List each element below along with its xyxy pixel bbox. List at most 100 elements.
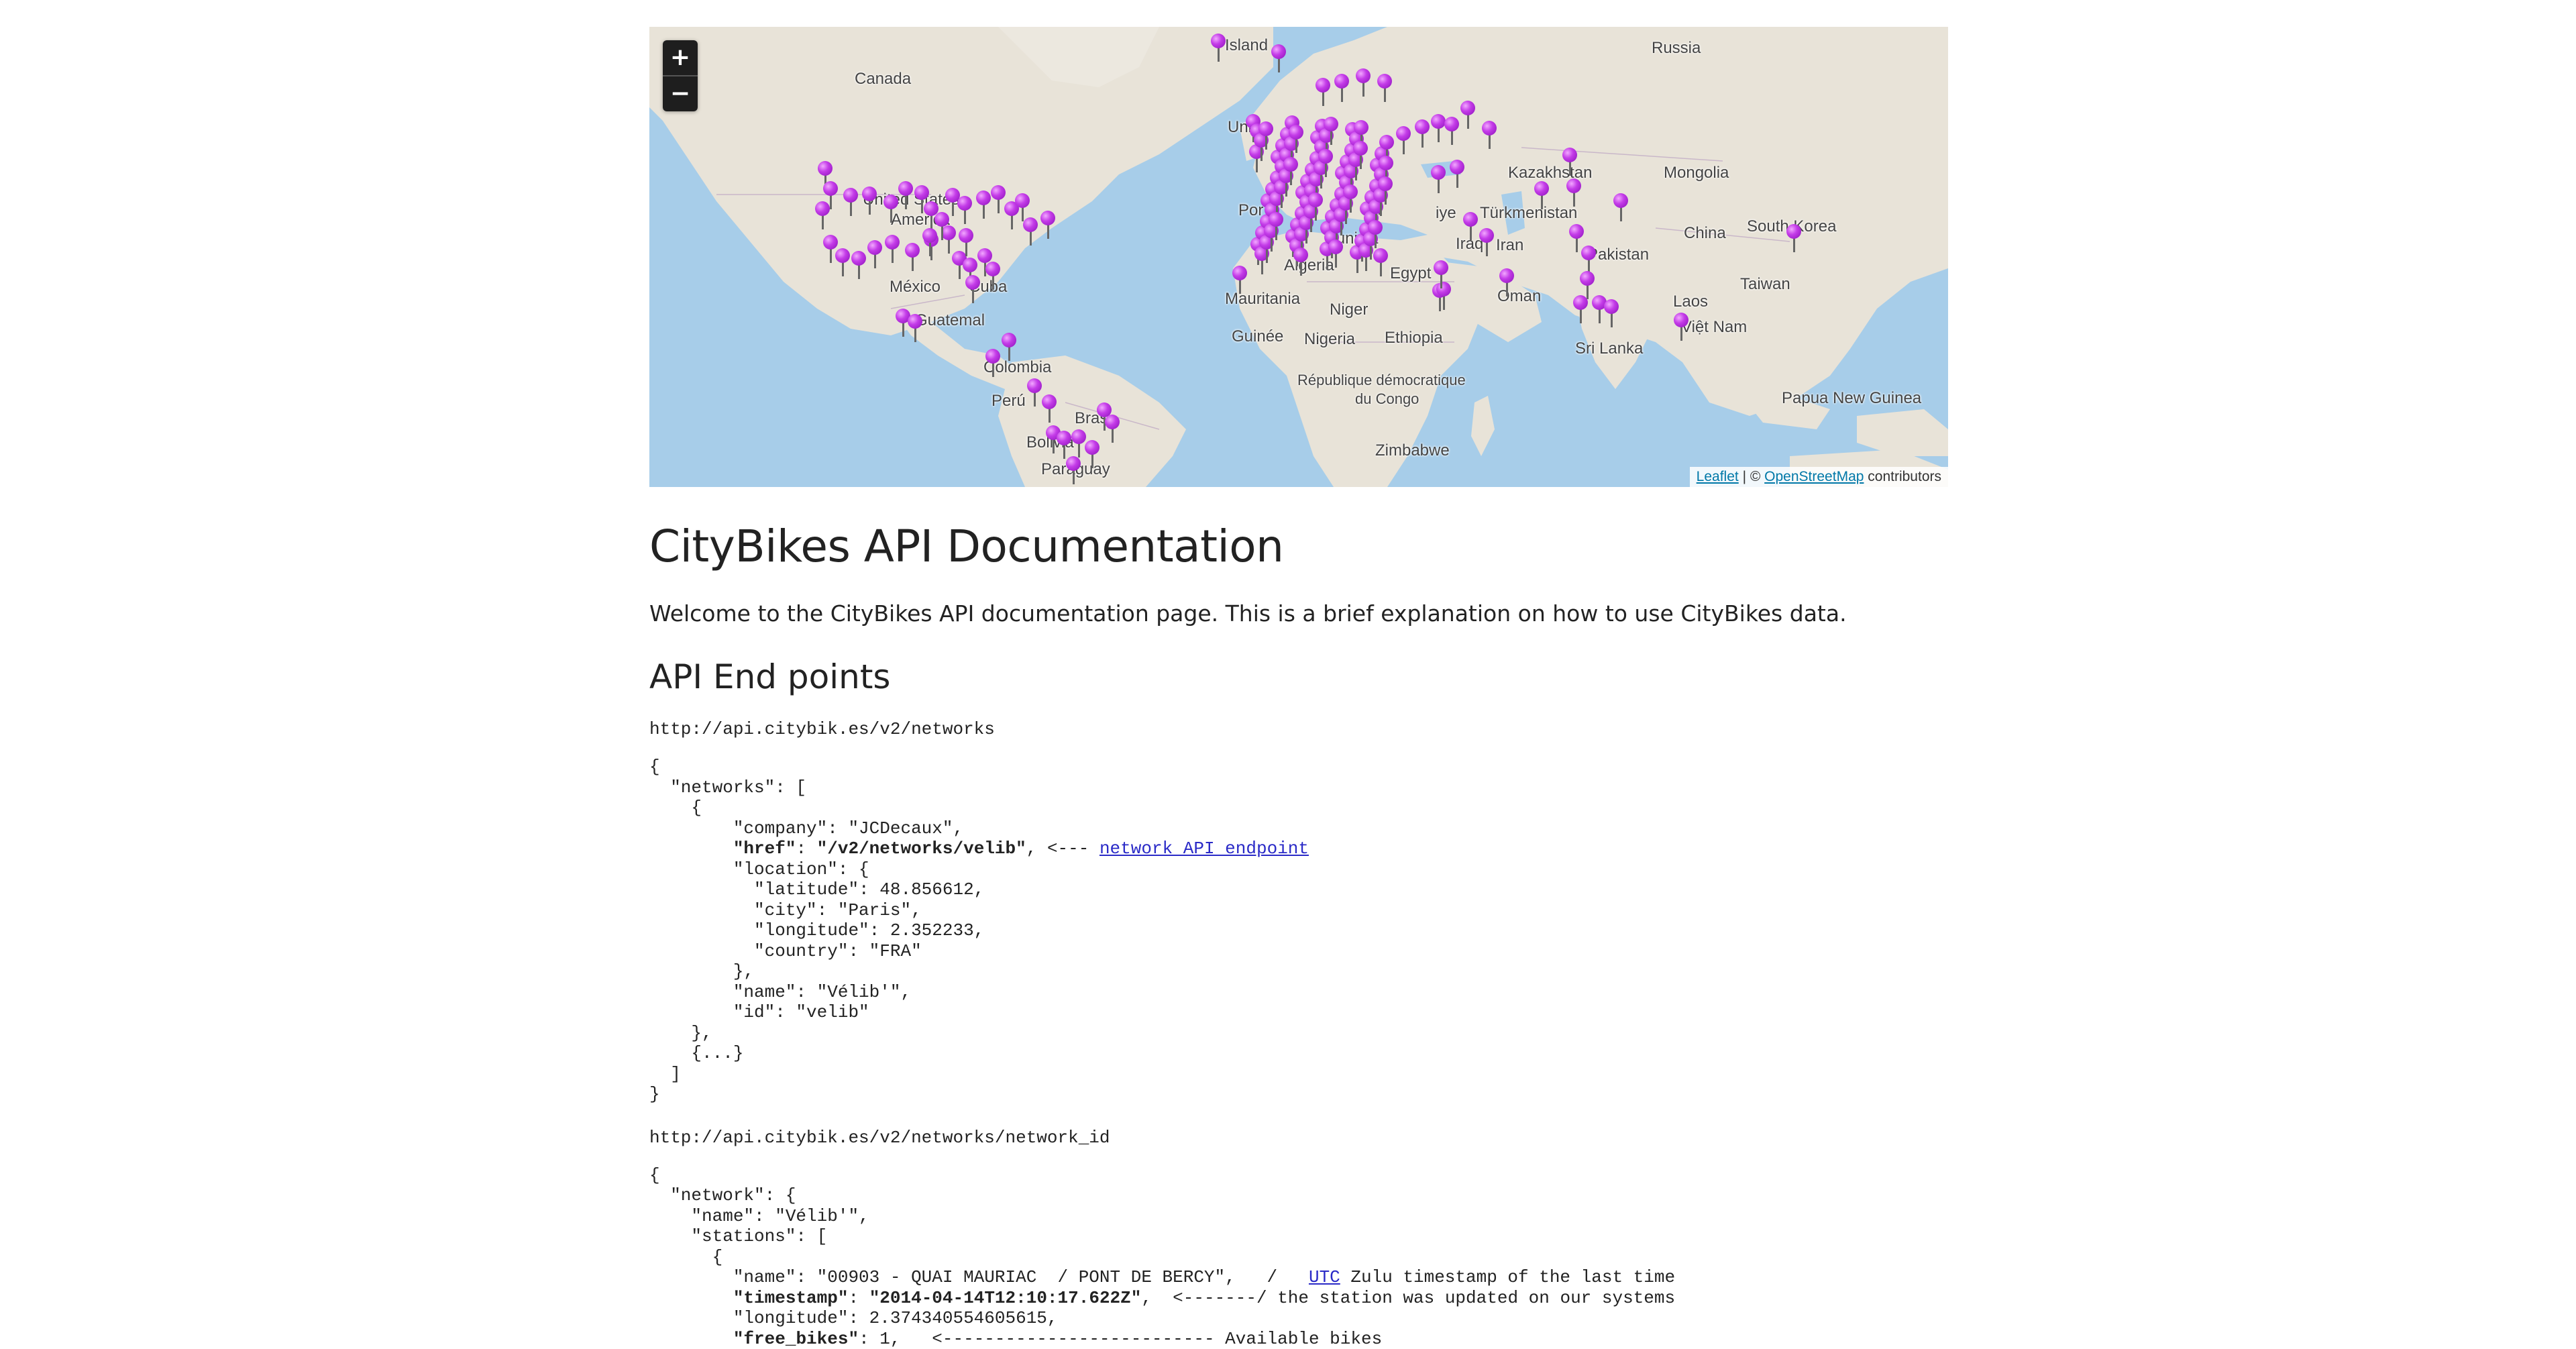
station-marker-pin[interactable] bbox=[843, 188, 858, 217]
marker-head bbox=[885, 235, 900, 250]
marker-head bbox=[976, 191, 991, 205]
station-marker-pin[interactable] bbox=[1027, 378, 1042, 408]
station-marker-pin[interactable] bbox=[1450, 160, 1464, 189]
station-marker-pin[interactable] bbox=[957, 196, 972, 225]
stations-map[interactable]: Island Russia Canada Unit Kazakhstan Mon… bbox=[649, 27, 1948, 487]
station-marker-pin[interactable] bbox=[1289, 125, 1303, 154]
marker-stick bbox=[1330, 130, 1332, 145]
station-marker-pin[interactable] bbox=[1328, 239, 1343, 269]
marker-head bbox=[963, 258, 977, 272]
station-marker-pin[interactable] bbox=[1368, 220, 1383, 250]
map-attribution: Leaflet | © OpenStreetMap contributors bbox=[1690, 467, 1948, 487]
station-marker-pin[interactable] bbox=[1431, 114, 1446, 144]
marker-stick bbox=[1573, 192, 1575, 207]
leaflet-link[interactable]: Leaflet bbox=[1697, 469, 1739, 484]
station-marker-pin[interactable] bbox=[815, 201, 830, 231]
station-marker-pin[interactable] bbox=[1613, 193, 1628, 223]
marker-head bbox=[1569, 224, 1584, 239]
station-marker-pin[interactable] bbox=[1071, 429, 1086, 459]
marker-stick bbox=[892, 248, 894, 263]
marker-head bbox=[905, 243, 920, 258]
station-marker-pin[interactable] bbox=[908, 314, 922, 343]
station-marker-pin[interactable] bbox=[1482, 121, 1497, 150]
station-marker-pin[interactable] bbox=[1479, 228, 1494, 258]
station-marker-pin[interactable] bbox=[1293, 248, 1308, 277]
station-marker-pin[interactable] bbox=[1434, 260, 1448, 290]
station-marker-pin[interactable] bbox=[965, 275, 980, 305]
marker-head bbox=[1283, 157, 1298, 172]
station-marker-pin[interactable] bbox=[985, 349, 1000, 378]
station-marker-pin[interactable] bbox=[1604, 299, 1619, 329]
station-marker-pin[interactable] bbox=[835, 248, 850, 278]
station-marker-pin[interactable] bbox=[1334, 74, 1349, 103]
station-marker-pin[interactable] bbox=[1353, 141, 1368, 170]
marker-head bbox=[1328, 239, 1343, 254]
station-marker-pin[interactable] bbox=[1042, 394, 1057, 424]
marker-head bbox=[1460, 101, 1475, 115]
station-marker-pin[interactable] bbox=[1318, 149, 1333, 178]
station-marker-pin[interactable] bbox=[1232, 266, 1247, 295]
station-marker-pin[interactable] bbox=[1269, 212, 1283, 241]
marker-stick bbox=[850, 201, 852, 216]
station-marker-pin[interactable] bbox=[1040, 211, 1055, 240]
station-marker-pin[interactable] bbox=[1356, 68, 1371, 98]
utc-link[interactable]: UTC bbox=[1309, 1267, 1340, 1287]
station-marker-pin[interactable] bbox=[1085, 440, 1099, 470]
station-marker-pin[interactable] bbox=[898, 181, 913, 211]
station-marker-pin[interactable] bbox=[867, 240, 882, 270]
marker-stick bbox=[1599, 309, 1601, 323]
station-marker-pin[interactable] bbox=[1271, 44, 1286, 74]
station-marker-pin[interactable] bbox=[1460, 101, 1475, 130]
station-marker-pin[interactable] bbox=[1573, 295, 1588, 325]
station-marker-pin[interactable] bbox=[1562, 148, 1577, 177]
station-marker-pin[interactable] bbox=[1378, 176, 1393, 206]
station-marker-pin[interactable] bbox=[976, 191, 991, 220]
station-marker-pin[interactable] bbox=[1283, 157, 1298, 186]
station-marker-pin[interactable] bbox=[862, 186, 877, 216]
station-marker-pin[interactable] bbox=[1343, 184, 1358, 214]
station-marker-pin[interactable] bbox=[1258, 121, 1273, 151]
station-marker-pin[interactable] bbox=[1396, 126, 1411, 156]
station-marker-pin[interactable] bbox=[1444, 117, 1459, 146]
station-marker-pin[interactable] bbox=[1415, 119, 1430, 149]
station-marker-pin[interactable] bbox=[1431, 165, 1446, 195]
marker-stick bbox=[830, 195, 832, 209]
station-marker-pin[interactable] bbox=[959, 228, 973, 258]
station-marker-pin[interactable] bbox=[1499, 268, 1514, 298]
station-marker-pin[interactable] bbox=[885, 235, 900, 264]
station-marker-pin[interactable] bbox=[985, 262, 1000, 291]
map-label-canada: Canada bbox=[855, 70, 911, 89]
zoom-in-button[interactable]: + bbox=[663, 40, 698, 75]
station-marker-pin[interactable] bbox=[1105, 415, 1120, 444]
zoom-out-button[interactable]: − bbox=[663, 75, 698, 111]
station-marker-pin[interactable] bbox=[1023, 217, 1038, 247]
station-marker-pin[interactable] bbox=[851, 251, 866, 280]
station-marker-pin[interactable] bbox=[1002, 333, 1016, 362]
marker-head bbox=[1604, 299, 1619, 314]
station-marker-pin[interactable] bbox=[991, 185, 1006, 215]
marker-head bbox=[977, 248, 992, 263]
station-marker-pin[interactable] bbox=[1324, 117, 1338, 146]
station-marker-pin[interactable] bbox=[1066, 456, 1081, 486]
marker-head bbox=[985, 262, 1000, 276]
station-marker-pin[interactable] bbox=[922, 228, 937, 258]
station-marker-pin[interactable] bbox=[1377, 74, 1392, 103]
station-marker-pin[interactable] bbox=[1316, 78, 1330, 107]
station-marker-pin[interactable] bbox=[1786, 224, 1801, 254]
map-label-mongolia: Mongolia bbox=[1664, 164, 1729, 182]
marker-stick bbox=[1360, 154, 1362, 169]
marker-head bbox=[1463, 212, 1478, 227]
station-marker-pin[interactable] bbox=[883, 195, 898, 224]
station-marker-pin[interactable] bbox=[1308, 193, 1323, 222]
station-marker-pin[interactable] bbox=[905, 243, 920, 272]
station-marker-pin[interactable] bbox=[1463, 212, 1478, 241]
marker-stick bbox=[1486, 241, 1488, 256]
station-marker-pin[interactable] bbox=[1534, 181, 1549, 211]
station-marker-pin[interactable] bbox=[1674, 313, 1688, 342]
station-marker-pin[interactable] bbox=[1566, 178, 1581, 208]
network-api-endpoint-link[interactable]: network API endpoint bbox=[1099, 839, 1309, 859]
marker-head bbox=[914, 185, 929, 200]
marker-head bbox=[1566, 178, 1581, 193]
station-marker-pin[interactable] bbox=[1211, 34, 1226, 63]
openstreetmap-link[interactable]: OpenStreetMap bbox=[1764, 469, 1864, 484]
